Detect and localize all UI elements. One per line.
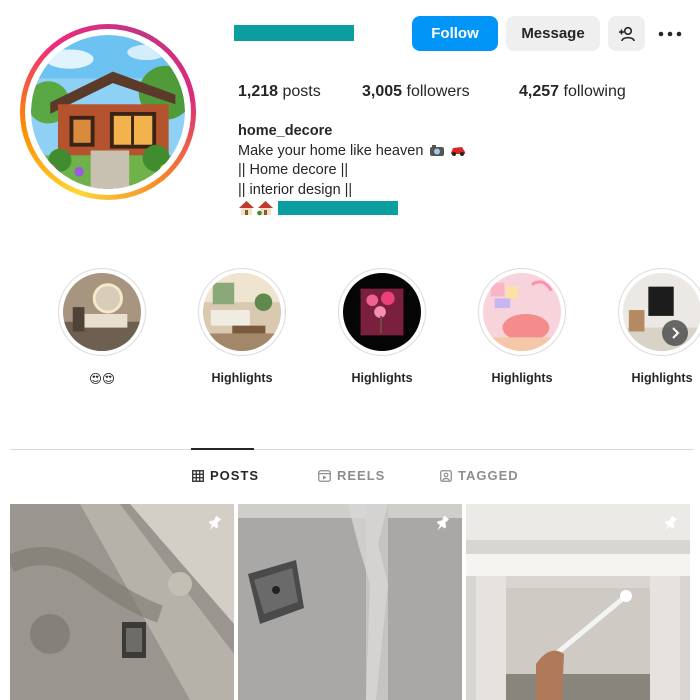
follow-button[interactable]: Follow [412, 16, 498, 51]
highlight-item[interactable]: Highlights [337, 268, 427, 385]
highlight-label: Highlights [491, 371, 553, 385]
post-thumbnail[interactable] [238, 504, 462, 700]
posts-stat: 1,218 posts [238, 83, 321, 100]
post-image [466, 504, 690, 700]
post-thumbnail[interactable] [10, 504, 234, 700]
post-image [238, 504, 462, 700]
car-emoji-icon [451, 146, 466, 156]
bio-link-row [238, 200, 467, 216]
tab-posts[interactable]: POSTS [192, 468, 259, 483]
post-image [10, 504, 234, 700]
username-redacted [234, 25, 354, 41]
tab-reels[interactable]: REELS [318, 468, 385, 483]
post-thumbnail[interactable] [466, 504, 690, 700]
pin-icon [436, 515, 450, 531]
profile-name: home_decore [238, 123, 333, 139]
grid-icon [192, 469, 204, 482]
add-user-button[interactable] [608, 16, 645, 51]
bio-link-redacted[interactable] [278, 201, 398, 215]
avatar-image [31, 35, 185, 189]
highlight-thumbnail [63, 273, 141, 351]
reels-icon [318, 469, 331, 482]
more-options-icon [658, 31, 682, 36]
highlight-thumbnail [203, 273, 281, 351]
active-tab-indicator [191, 448, 254, 450]
highlight-item[interactable]: 😍😍 [57, 268, 147, 386]
tagged-icon [440, 469, 452, 482]
more-options-button[interactable] [652, 16, 688, 51]
highlight-thumbnail [623, 273, 700, 351]
highlight-label: Highlights [631, 371, 693, 385]
highlight-item[interactable]: Highlights [197, 268, 287, 385]
highlight-thumbnail [483, 273, 561, 351]
pin-icon [664, 515, 678, 531]
chevron-right-icon [672, 327, 680, 339]
tab-tagged[interactable]: TAGGED [440, 468, 519, 483]
profile-bio: home_decore Make your home like heaven |… [238, 122, 467, 216]
highlights-next-button[interactable] [662, 320, 688, 346]
highlight-label: Highlights [211, 371, 273, 385]
tabs-divider [10, 449, 694, 450]
following-stat[interactable]: 4,257 following [519, 83, 626, 101]
pin-icon [208, 515, 222, 531]
bio-line: || Home decore || [238, 162, 349, 178]
highlight-label: 😍😍 [88, 372, 116, 386]
highlight-item[interactable]: Highlights [477, 268, 567, 385]
profile-avatar[interactable] [20, 24, 196, 200]
highlight-item[interactable]: Highlights [617, 268, 700, 385]
highlight-thumbnail [343, 273, 421, 351]
house-garden-emoji-icon [257, 201, 273, 216]
followers-stat[interactable]: 3,005 followers [362, 83, 470, 101]
bio-line: Make your home like heaven [238, 142, 467, 162]
camera-emoji-icon [430, 144, 445, 156]
bio-line: || interior design || [238, 181, 353, 198]
highlight-label: Highlights [351, 371, 413, 385]
person-add-icon [618, 26, 635, 41]
house-emoji-icon [239, 201, 254, 215]
message-button[interactable]: Message [506, 16, 600, 51]
